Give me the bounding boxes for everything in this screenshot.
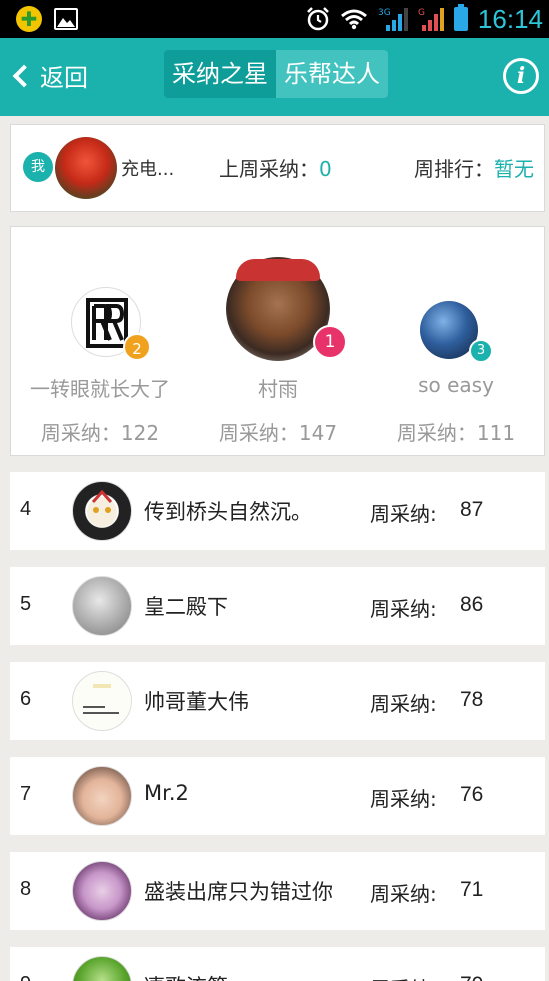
weekly-adoption-value: 70 bbox=[460, 973, 483, 981]
podium-name: 一转眼就长大了 bbox=[30, 377, 170, 401]
rank-number: 4 bbox=[20, 498, 32, 520]
weekly-rank: 周排行：暂无 bbox=[414, 157, 534, 181]
weekly-adoption-value: 78 bbox=[460, 688, 484, 711]
avatar bbox=[72, 481, 132, 541]
podium-name: 村雨 bbox=[258, 377, 298, 401]
avatar bbox=[72, 956, 132, 981]
podium-name: so easy bbox=[418, 373, 494, 397]
back-label: 返回 bbox=[40, 64, 88, 92]
rank-number: 5 bbox=[20, 593, 32, 615]
avatar[interactable] bbox=[55, 137, 117, 199]
app-notification-icon: ✚ bbox=[16, 6, 42, 32]
status-bar: ✚ 3G G 16:14 bbox=[0, 0, 549, 38]
back-button[interactable]: 返回 bbox=[10, 58, 88, 93]
weekly-rank-value: 暂无 bbox=[494, 157, 534, 181]
weekly-adoption-label: 周采纳: bbox=[370, 787, 437, 811]
podium-second[interactable]: 2 一转眼就长大了 周采纳：122 bbox=[11, 227, 189, 455]
weekly-adoption-label: 周采纳: bbox=[370, 597, 437, 621]
top-three-podium: 2 一转眼就长大了 周采纳：122 1 村雨 周采纳：147 3 so easy… bbox=[10, 226, 545, 456]
user-name: Mr.2 bbox=[144, 781, 189, 805]
rank-number: 8 bbox=[20, 878, 32, 900]
chevron-left-icon bbox=[12, 64, 36, 87]
avatar bbox=[72, 861, 132, 921]
rank-badge: 1 bbox=[313, 325, 347, 359]
last-week-adoptions: 上周采纳：0 bbox=[219, 157, 332, 181]
list-item[interactable]: 6 帅哥董大伟 周采纳: 78 bbox=[10, 662, 545, 740]
signal-icon-2: G bbox=[418, 8, 444, 31]
rank-number: 9 bbox=[20, 973, 31, 981]
weekly-adoption-value: 86 bbox=[460, 593, 484, 616]
my-username: 充电... bbox=[121, 159, 175, 180]
list-item[interactable]: 8 盛装出席只为错过你 周采纳: 71 bbox=[10, 852, 545, 930]
podium-first[interactable]: 1 村雨 周采纳：147 bbox=[189, 227, 367, 455]
headband-decoration bbox=[236, 259, 320, 281]
list-item[interactable]: 4 传到桥头自然沉。 周采纳: 87 bbox=[10, 472, 545, 550]
rank-badge: 3 bbox=[469, 339, 493, 363]
signal-icon: 3G bbox=[378, 8, 408, 31]
weekly-adoption-value: 71 bbox=[460, 878, 484, 901]
user-name: 皇二殿下 bbox=[144, 595, 228, 619]
weekly-adoption-label: 周采纳: bbox=[370, 973, 437, 981]
tab-adoption-star[interactable]: 采纳之星 bbox=[164, 50, 276, 98]
tab-switcher: 采纳之星 乐帮达人 bbox=[164, 50, 388, 98]
weekly-adoption-label: 周采纳: bbox=[370, 882, 437, 906]
battery-icon bbox=[453, 4, 468, 31]
podium-count: 周采纳：111 bbox=[396, 421, 516, 445]
me-badge: 我 bbox=[23, 152, 53, 182]
avatar bbox=[72, 576, 132, 636]
weekly-adoption-label: 周采纳: bbox=[370, 502, 437, 526]
alarm-icon bbox=[307, 7, 329, 31]
clock: 16:14 bbox=[477, 3, 543, 34]
podium-third[interactable]: 3 so easy 周采纳：111 bbox=[367, 227, 545, 455]
user-name: 传到桥头自然沉。 bbox=[144, 500, 312, 524]
user-name: 凄歌流筝 bbox=[144, 971, 228, 981]
list-item[interactable]: 7 Mr.2 周采纳: 76 bbox=[10, 757, 545, 835]
podium-count: 周采纳：147 bbox=[218, 421, 338, 445]
rank-number: 7 bbox=[20, 783, 32, 805]
info-icon[interactable]: i bbox=[503, 58, 539, 94]
list-item[interactable]: 5 皇二殿下 周采纳: 86 bbox=[10, 567, 545, 645]
header-bar: 返回 采纳之星 乐帮达人 i bbox=[0, 38, 549, 116]
user-name: 盛装出席只为错过你 bbox=[144, 880, 333, 904]
image-icon bbox=[54, 8, 78, 30]
avatar bbox=[72, 671, 132, 731]
rank-badge: 2 bbox=[123, 333, 151, 361]
my-ranking-card: 我 充电... 上周采纳：0 周排行：暂无 bbox=[10, 124, 545, 212]
weekly-adoption-value: 76 bbox=[460, 783, 484, 806]
svg-text:G: G bbox=[418, 8, 425, 18]
svg-text:3G: 3G bbox=[378, 8, 391, 18]
last-week-value: 0 bbox=[319, 157, 332, 181]
tab-helper-expert[interactable]: 乐帮达人 bbox=[276, 50, 388, 98]
rank-number: 6 bbox=[20, 688, 32, 710]
wifi-icon bbox=[340, 9, 367, 30]
avatar bbox=[72, 766, 132, 826]
weekly-adoption-value: 87 bbox=[460, 498, 484, 521]
list-item[interactable]: 9 凄歌流筝 周采纳: 70 bbox=[10, 947, 545, 981]
podium-count: 周采纳：122 bbox=[40, 421, 160, 445]
weekly-adoption-label: 周采纳: bbox=[370, 692, 437, 716]
user-name: 帅哥董大伟 bbox=[144, 690, 249, 714]
